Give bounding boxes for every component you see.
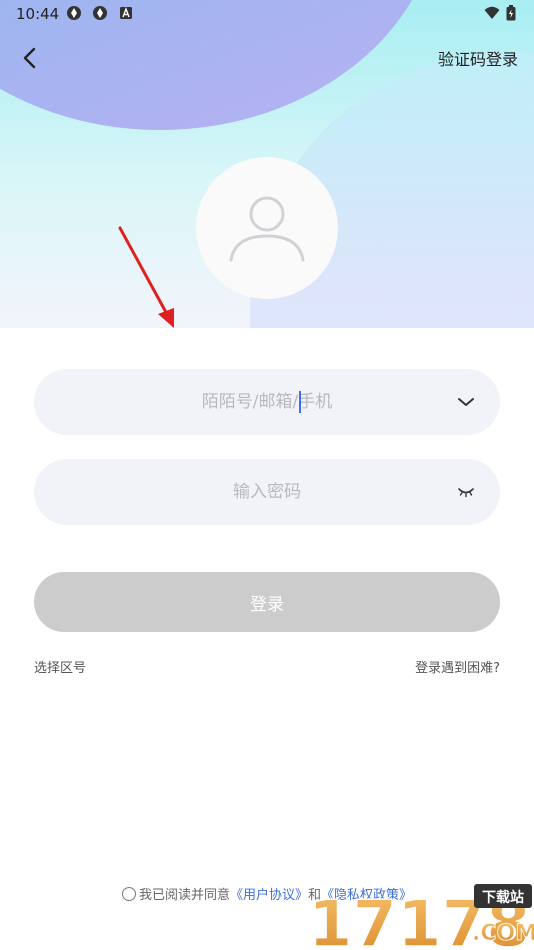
sms-login-link[interactable]: 验证码登录 — [438, 46, 518, 70]
account-field[interactable] — [34, 369, 500, 435]
password-visibility-toggle[interactable] — [454, 480, 478, 504]
account-dropdown-button[interactable] — [454, 390, 478, 414]
status-time: 10:44 — [16, 5, 60, 23]
eye-closed-icon — [458, 488, 474, 498]
watermark-tag: 下载站 — [482, 889, 524, 906]
login-trouble-link[interactable]: 登录遇到困难? — [415, 657, 500, 676]
status-bar: 10:44 — [0, 0, 534, 28]
back-button[interactable] — [14, 42, 46, 74]
wifi-icon — [484, 6, 500, 19]
app-notification-icon — [93, 6, 107, 20]
watermark-logo: 17178 下载站 .COM — [307, 884, 534, 950]
agreement-prefix: 我已阅读并同意 — [138, 888, 230, 903]
account-input[interactable] — [94, 369, 440, 435]
annotation-arrow — [118, 226, 174, 328]
password-field[interactable] — [34, 459, 500, 525]
text-caret — [299, 391, 301, 413]
user-agreement-link[interactable]: 《用户协议》 — [230, 888, 308, 903]
watermark-domain: .COM — [472, 921, 534, 946]
agreement-radio[interactable] — [121, 887, 136, 901]
password-input[interactable] — [94, 459, 440, 525]
app-notification-icon — [67, 6, 81, 20]
login-button[interactable]: 登录 — [34, 572, 500, 632]
chevron-left-icon — [23, 47, 36, 69]
a-icon — [120, 7, 132, 19]
select-region-link[interactable]: 选择区号 — [34, 657, 86, 676]
avatar[interactable] — [196, 157, 338, 299]
battery-icon — [506, 5, 516, 21]
chevron-down-icon — [458, 398, 474, 406]
user-icon — [229, 196, 305, 262]
